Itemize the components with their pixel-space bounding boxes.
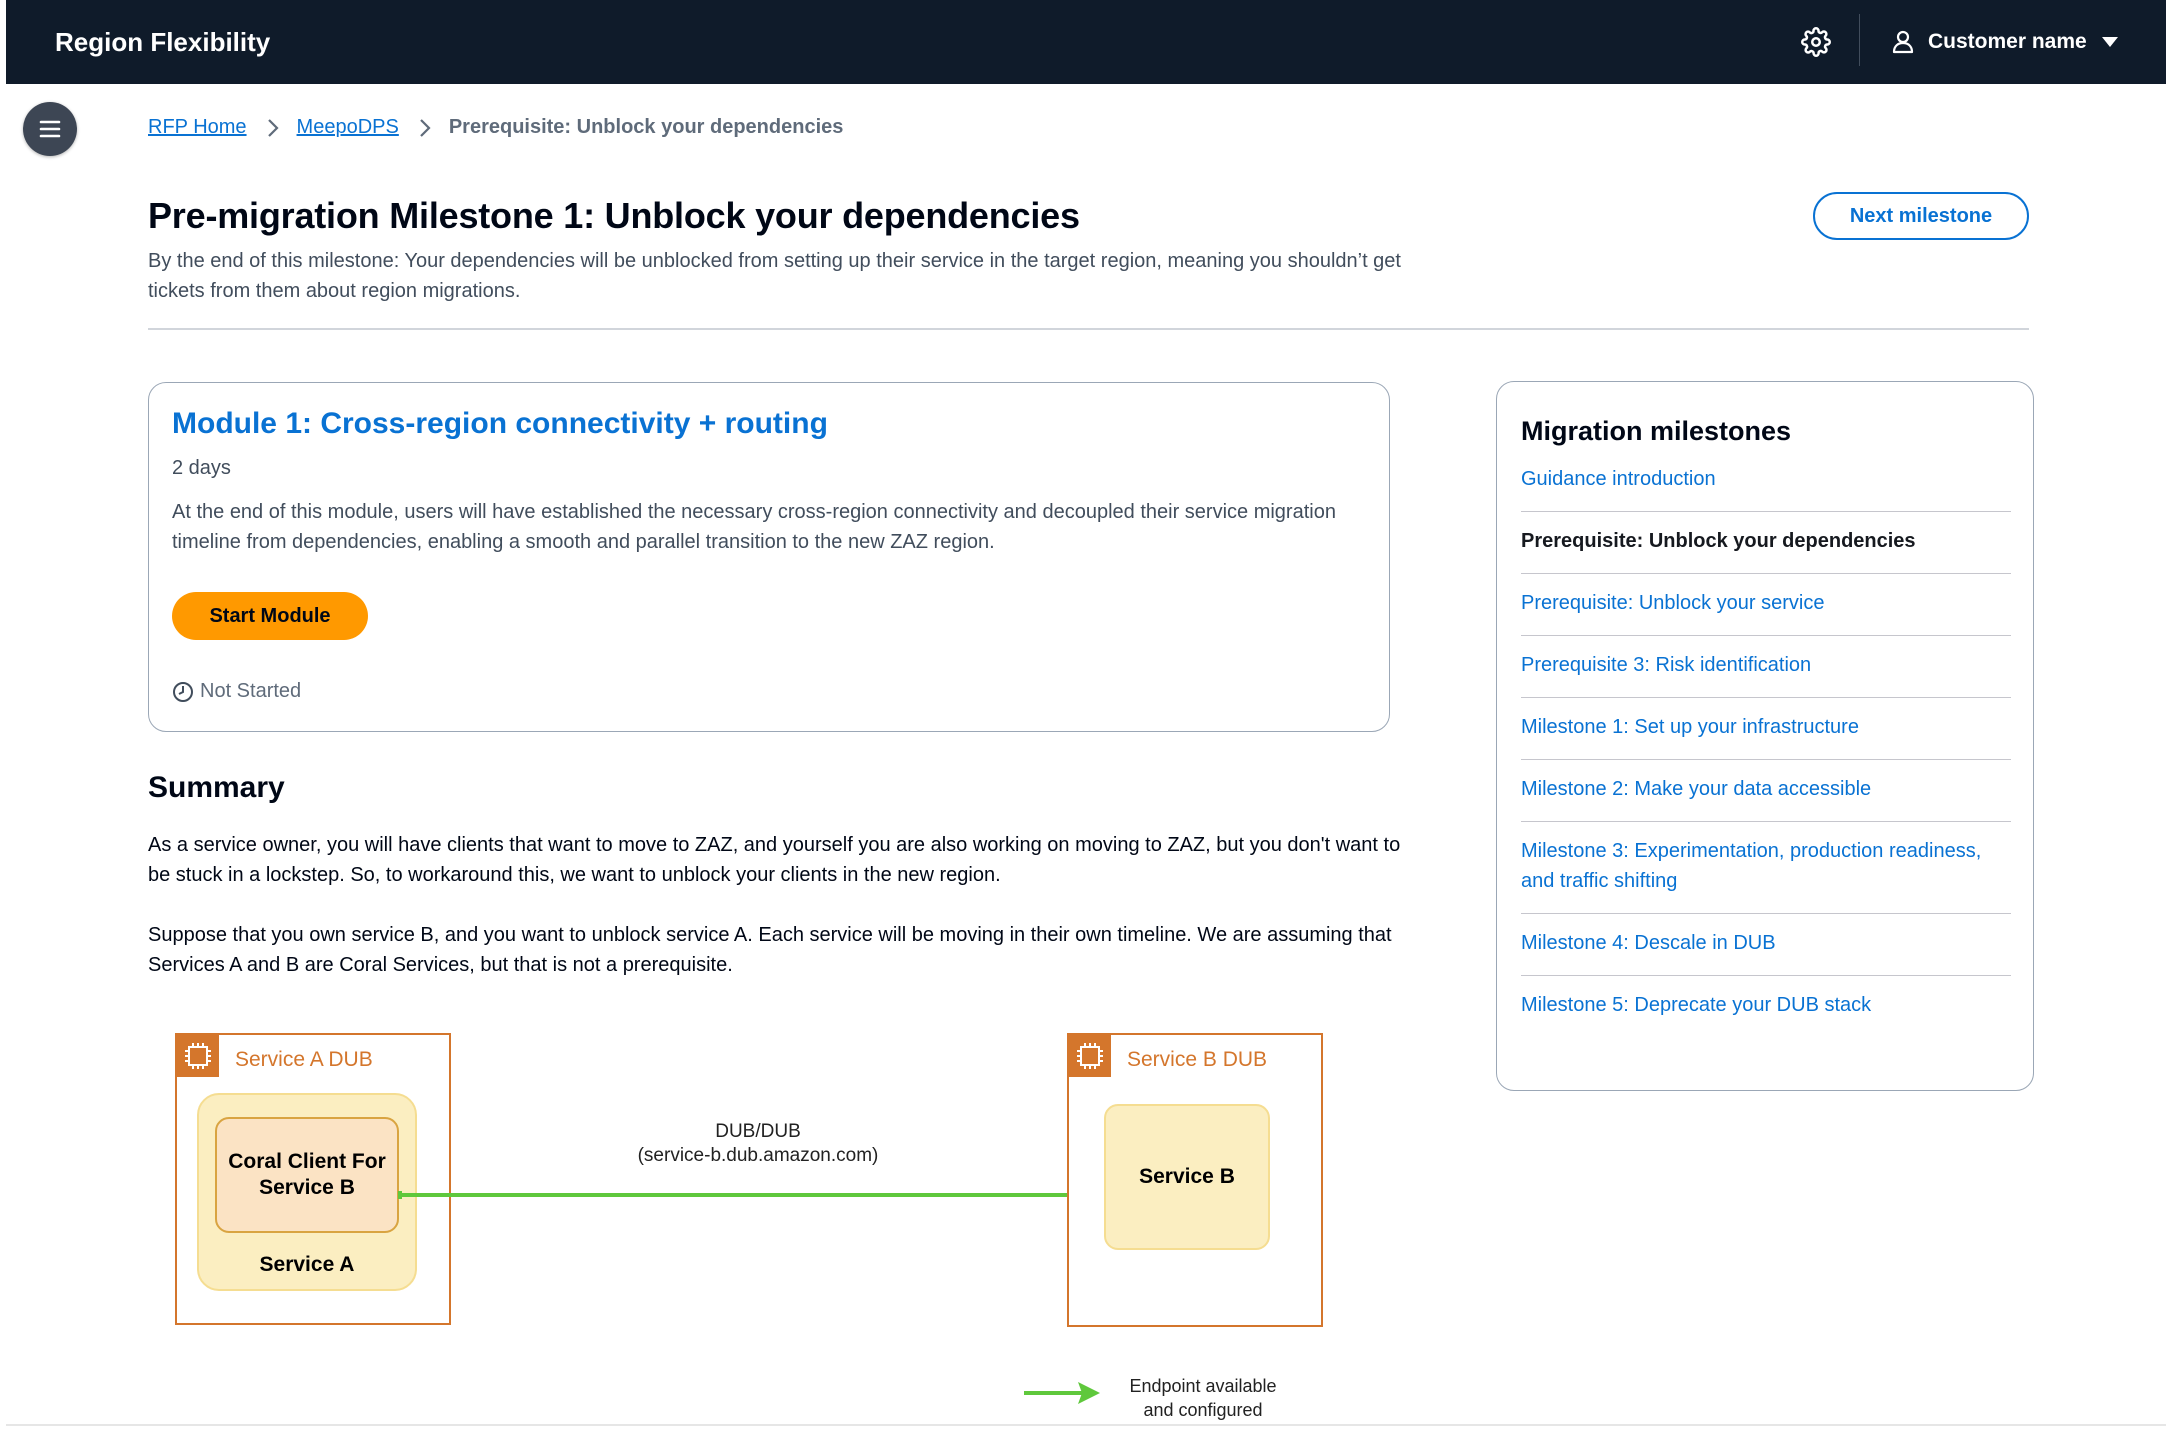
milestone-link[interactable]: Prerequisite 3: Risk identification xyxy=(1521,636,2011,698)
gear-icon[interactable] xyxy=(1801,27,1831,57)
caret-down-icon xyxy=(2101,37,2118,47)
breadcrumb-link-rfp-home[interactable]: RFP Home xyxy=(148,116,247,139)
milestones-title: Migration milestones xyxy=(1521,416,1792,446)
edge-label-region: DUB/DUB xyxy=(715,1121,801,1142)
legend-text-line-2: and configured xyxy=(1143,1400,1263,1420)
side-navigation-toggle[interactable] xyxy=(23,102,77,156)
module-status-text: Not Started xyxy=(200,680,302,702)
breadcrumb-current: Prerequisite: Unblock your dependencies xyxy=(448,116,844,138)
service-a-region-label: Service A DUB xyxy=(235,1048,373,1071)
top-navigation: Region Flexibility Customer name xyxy=(6,0,2166,84)
chevron-right-icon xyxy=(267,118,279,138)
hamburger-icon xyxy=(39,120,61,138)
milestone-current: Prerequisite: Unblock your dependencies xyxy=(1521,512,2011,574)
page-description: By the end of this milestone: Your depen… xyxy=(148,250,1401,302)
user-menu[interactable]: Customer name xyxy=(1892,26,2119,58)
service-b-region-label: Service B DUB xyxy=(1127,1048,1268,1071)
region-chip-icon xyxy=(177,1035,219,1077)
top-divider xyxy=(1859,14,1860,66)
page-title: Pre-migration Milestone 1: Unblock your … xyxy=(148,195,1080,236)
legend-text-line-1: Endpoint available xyxy=(1129,1376,1277,1396)
milestone-link[interactable]: Prerequisite: Unblock your service xyxy=(1521,574,2011,636)
module-duration: 2 days xyxy=(172,457,231,479)
header-divider xyxy=(148,328,2029,330)
milestone-link[interactable]: Milestone 3: Experimentation, production… xyxy=(1521,822,2011,914)
summary-heading: Summary xyxy=(148,771,285,804)
legend-arrow-icon xyxy=(1024,1382,1100,1404)
summary-paragraph-2: Suppose that you own service B, and you … xyxy=(148,924,1392,976)
start-module-button[interactable]: Start Module xyxy=(172,592,368,640)
module-card: Module 1: Cross-region connectivity + ro… xyxy=(148,382,1390,732)
module-title-link[interactable]: Module 1: Cross-region connectivity + ro… xyxy=(172,407,828,441)
edge-label-endpoint: (service-b.dub.amazon.com) xyxy=(637,1145,879,1166)
milestone-link[interactable]: Guidance introduction xyxy=(1521,464,2011,512)
chevron-right-icon xyxy=(419,118,431,138)
migration-milestones-panel: Migration milestones Guidance introducti… xyxy=(1496,381,2034,1091)
summary-paragraph-1: As a service owner, you will have client… xyxy=(148,834,1401,886)
service-b-box: Service B xyxy=(1104,1104,1270,1250)
service-a-box: Coral Client For Service B Service A xyxy=(197,1093,417,1291)
app-frame: Region Flexibility Customer name RFP Hom… xyxy=(6,0,2166,1426)
architecture-diagram: Service A DUB Coral Client For Service B… xyxy=(148,1020,1388,1424)
coral-client-box: Coral Client For Service B xyxy=(215,1117,399,1233)
breadcrumb-link-meepodps[interactable]: MeepoDPS xyxy=(297,116,399,139)
region-chip-icon xyxy=(1069,1035,1111,1077)
user-name: Customer name xyxy=(1928,30,2087,53)
service-b-region-box: Service B DUB Service B xyxy=(1067,1033,1323,1327)
clock-icon xyxy=(173,681,193,702)
milestones-list: Guidance introduction Prerequisite: Unbl… xyxy=(1521,464,2011,1037)
user-icon xyxy=(1892,30,1914,54)
service-a-label: Service A xyxy=(259,1253,355,1276)
milestone-link[interactable]: Milestone 2: Make your data accessible xyxy=(1521,760,2011,822)
next-milestone-button[interactable]: Next milestone xyxy=(1813,192,2029,240)
module-description: At the end of this module, users will ha… xyxy=(172,501,1336,553)
milestone-link[interactable]: Milestone 5: Deprecate your DUB stack xyxy=(1521,976,2011,1037)
app-title[interactable]: Region Flexibility xyxy=(55,27,270,58)
breadcrumb: RFP Home MeepoDPS Prerequisite: Unblock … xyxy=(148,116,843,139)
module-status: Not Started xyxy=(172,680,301,703)
milestone-link[interactable]: Milestone 4: Descale in DUB xyxy=(1521,914,2011,976)
milestone-link[interactable]: Milestone 1: Set up your infrastructure xyxy=(1521,698,2011,760)
